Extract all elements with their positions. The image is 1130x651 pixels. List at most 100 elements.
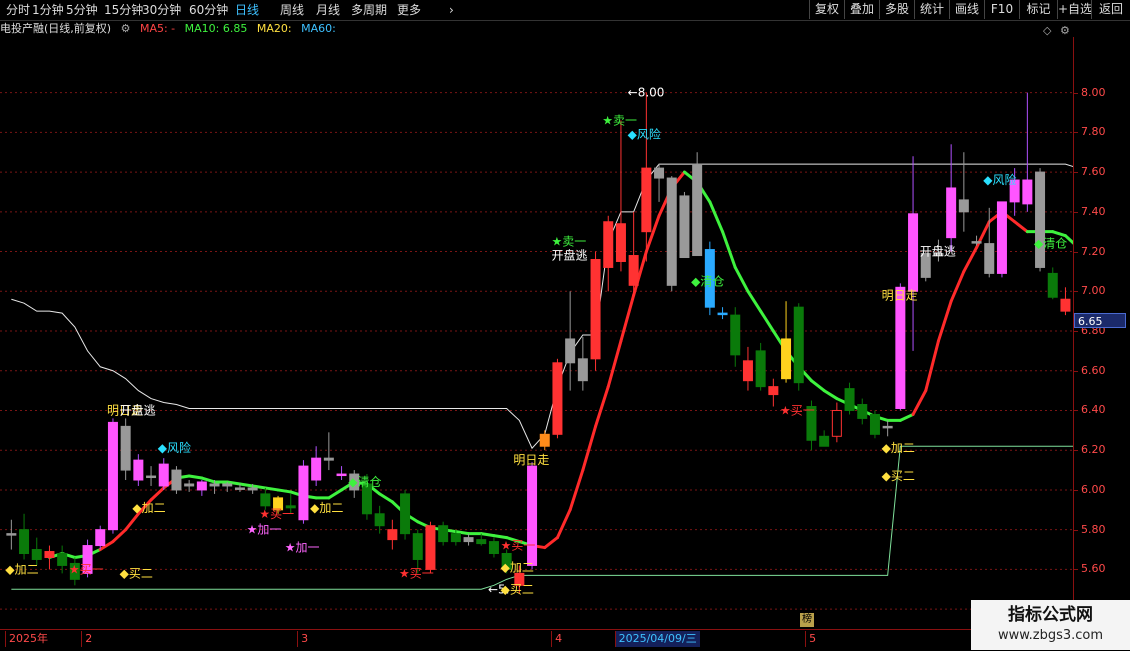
candle-body — [996, 201, 1007, 274]
y-tick-label: 7.80 — [1081, 125, 1106, 139]
y-tick-label: 7.40 — [1081, 204, 1106, 218]
trend-line-segment — [263, 486, 280, 492]
tool-3[interactable]: 统计 — [914, 0, 949, 19]
signal-label: ◆加二 — [5, 562, 38, 576]
trend-line-segment — [708, 200, 725, 234]
trend-line-segment — [733, 265, 750, 293]
tool-8[interactable]: 返回 — [1091, 0, 1130, 19]
y-tick-mark — [1074, 489, 1078, 491]
candle-body — [539, 433, 550, 447]
kline-chart[interactable]: ◆加二 ★买一 ◆买二明日走开盘逃◆风险◆加二 ★买一★加一★加一◆加二◆清仓★买一←… — [0, 37, 1073, 629]
trend-line-segment — [200, 476, 217, 484]
signal-label: ◆风险 — [983, 172, 1016, 187]
candle-body — [95, 529, 106, 547]
signal-label: ◆清仓 — [691, 274, 724, 288]
trend-line-segment — [594, 385, 610, 428]
trend-line-segment — [606, 339, 623, 389]
candle-body — [247, 487, 258, 491]
tool-6[interactable]: 标记 — [1019, 0, 1057, 19]
period-3[interactable]: 15分钟 — [104, 2, 143, 18]
tool-5[interactable]: F10 — [984, 0, 1019, 19]
candle-body — [793, 306, 804, 384]
period-2[interactable]: 5分钟 — [66, 2, 98, 18]
period-5[interactable]: 60分钟 — [189, 2, 228, 18]
candle-body — [146, 475, 157, 479]
ma10-value: MA10: 6.85 — [184, 22, 248, 35]
signal-label: ★买一 — [501, 539, 536, 553]
period-9[interactable]: 多周期 — [351, 2, 387, 18]
indicator-info-bar: 电投产融(日线,前复权) ⚙ MA5: - MA10: 6.85 MA20: M… — [0, 21, 1076, 37]
trend-line-segment — [276, 488, 293, 494]
y-tick-mark — [1074, 331, 1078, 332]
date-label: 5 — [805, 631, 819, 647]
candle-body — [717, 312, 728, 316]
trend-line-segment — [746, 289, 763, 313]
settings-small-icon[interactable]: ⚙ — [1060, 24, 1070, 37]
period-7[interactable]: 周线 — [280, 2, 304, 18]
trend-line-segment — [492, 534, 509, 540]
period-8[interactable]: 月线 — [316, 2, 340, 18]
signal-label: ★买一 — [259, 507, 294, 521]
candle-body — [44, 551, 55, 558]
tool-4[interactable]: 画线 — [949, 0, 984, 19]
candle-body — [755, 350, 766, 388]
signal-label: 明日走 — [882, 288, 918, 302]
period-0[interactable]: 分时 — [6, 2, 30, 18]
candle-body — [958, 199, 969, 213]
period-10[interactable]: 更多 — [397, 2, 421, 18]
candle-body — [209, 483, 220, 487]
signal-label: 开盘逃 — [551, 248, 587, 263]
y-tick-label: 7.20 — [1081, 244, 1106, 258]
period-6[interactable]: 日线 — [235, 2, 259, 18]
y-tick-label: 5.80 — [1081, 522, 1106, 536]
signal-label: ◆买二 — [120, 566, 153, 580]
y-tick-label: 7.00 — [1081, 284, 1106, 298]
candle-body — [158, 463, 169, 487]
candle-body — [57, 553, 68, 566]
trend-line-segment — [187, 474, 204, 480]
candle-body — [336, 473, 347, 477]
tool-0[interactable]: 复权 — [809, 0, 844, 19]
signal-label: ◆买二 — [501, 582, 534, 596]
price-axis: 8.00 7.80 7.60 7.40 7.20 7.00 6.80 6.60 6.40 6.20… — [1073, 37, 1130, 629]
period-4[interactable]: 30分钟 — [142, 2, 181, 18]
green-support-line — [11, 445, 1073, 590]
signal-label: 开盘逃 — [920, 244, 956, 259]
y-tick-label: 6.00 — [1081, 482, 1106, 496]
trend-line-segment — [898, 412, 915, 422]
candle-body — [133, 459, 144, 481]
candle-body — [781, 338, 792, 380]
bang-badge[interactable]: 榜 — [800, 613, 814, 627]
period-1[interactable]: 1分钟 — [32, 2, 64, 18]
signal-label: ◆加二 — [310, 501, 343, 515]
y-tick-label: 5.60 — [1081, 562, 1106, 576]
y-tick-mark — [1074, 410, 1078, 412]
tool-1[interactable]: 叠加 — [844, 0, 879, 19]
trend-line-segment — [822, 389, 839, 401]
date-label: 3 — [297, 631, 311, 647]
candle-body — [654, 167, 665, 179]
candle-body — [565, 338, 576, 364]
candle-body — [1035, 171, 1046, 268]
chevron-right-icon[interactable]: › — [449, 2, 454, 18]
trend-line-segment — [124, 512, 140, 532]
candle-body — [908, 213, 919, 292]
settings-icon[interactable]: ⚙ — [121, 22, 131, 35]
candle-body — [1047, 272, 1058, 298]
candle-body — [615, 223, 626, 262]
diamond-icon[interactable]: ◇ — [1043, 24, 1051, 37]
signal-label: ◆买二 — [882, 469, 915, 483]
candle-body — [260, 493, 271, 507]
signal-label: ◆加二 — [501, 560, 534, 574]
signal-label: ★买一 — [399, 566, 434, 580]
candle-body — [946, 187, 957, 239]
y-tick-mark — [1074, 92, 1078, 94]
stock-title[interactable]: 电投产融(日线,前复权) — [0, 22, 111, 35]
ma60-value: MA60: — [301, 22, 336, 35]
candle-body — [984, 243, 995, 274]
tool-7[interactable]: +自选 — [1057, 0, 1092, 19]
date-label: 2025年 — [5, 631, 51, 647]
y-tick-mark — [1074, 529, 1078, 531]
candle-body — [184, 483, 195, 487]
tool-2[interactable]: 多股 — [879, 0, 914, 19]
